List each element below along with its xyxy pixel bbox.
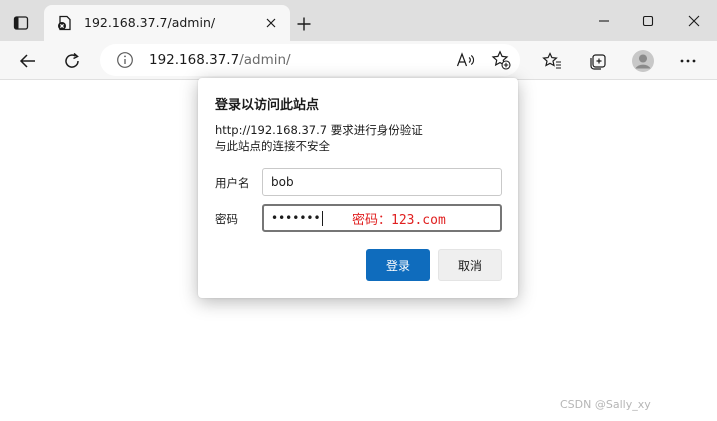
username-label: 用户名 [215, 176, 250, 190]
username-value: bob [271, 175, 294, 189]
back-button[interactable] [15, 48, 41, 74]
star-add-icon [491, 50, 511, 70]
tab-strip: 192.168.37.7/admin/ [0, 0, 717, 41]
login-button[interactable]: 登录 [366, 249, 430, 281]
read-aloud-icon [456, 52, 475, 67]
username-field[interactable]: bob [262, 168, 502, 196]
active-tab[interactable]: 192.168.37.7/admin/ [44, 5, 290, 41]
window-close-button[interactable] [681, 8, 707, 34]
profile-button[interactable] [630, 48, 656, 74]
tab-actions-button[interactable] [8, 10, 34, 36]
avatar-icon [632, 50, 654, 72]
collections-icon [590, 54, 606, 70]
maximize-button[interactable] [635, 8, 661, 34]
password-annotation: 密码：123.com [352, 213, 446, 228]
page-favicon-icon [58, 15, 71, 31]
close-icon [688, 15, 700, 27]
dialog-message-line2: 与此站点的连接不安全 [215, 139, 330, 153]
url-path: /admin/ [239, 52, 291, 68]
maximize-icon [642, 15, 654, 27]
password-value: ••••••• [271, 211, 321, 225]
new-tab-button[interactable] [292, 12, 316, 36]
tab-close-button[interactable] [262, 14, 280, 32]
favorites-icon [542, 52, 561, 69]
address-bar[interactable]: 192.168.37.7/admin/ [100, 44, 520, 76]
watermark: CSDN @Sally_xy [560, 398, 651, 411]
auth-dialog: 登录以访问此站点 http://192.168.37.7 要求进行身份验证 与此… [198, 78, 518, 298]
tab-actions-icon [13, 16, 29, 30]
cancel-button[interactable]: 取消 [438, 249, 502, 281]
refresh-button[interactable] [59, 48, 85, 74]
browser-toolbar: 192.168.37.7/admin/ [0, 41, 717, 80]
dialog-message-line1: http://192.168.37.7 要求进行身份验证 [215, 123, 423, 137]
settings-more-button[interactable] [675, 48, 701, 74]
tab-title: 192.168.37.7/admin/ [84, 15, 216, 30]
close-icon [266, 18, 276, 28]
favorites-button[interactable] [539, 48, 565, 74]
url-text: 192.168.37.7/admin/ [149, 52, 291, 68]
info-icon[interactable] [116, 51, 134, 69]
minimize-button[interactable] [591, 8, 617, 34]
url-host: 192.168.37.7 [149, 52, 240, 68]
refresh-icon [65, 52, 79, 68]
arrow-left-icon [19, 54, 35, 68]
password-label: 密码 [215, 212, 238, 226]
minimize-icon [599, 20, 609, 22]
add-favorite-button[interactable] [490, 49, 512, 71]
collections-button[interactable] [585, 48, 611, 74]
text-caret [321, 211, 323, 226]
read-aloud-button[interactable] [455, 49, 477, 71]
plus-icon [297, 17, 311, 31]
dialog-title: 登录以访问此站点 [215, 98, 320, 113]
more-horizontal-icon [680, 59, 696, 63]
